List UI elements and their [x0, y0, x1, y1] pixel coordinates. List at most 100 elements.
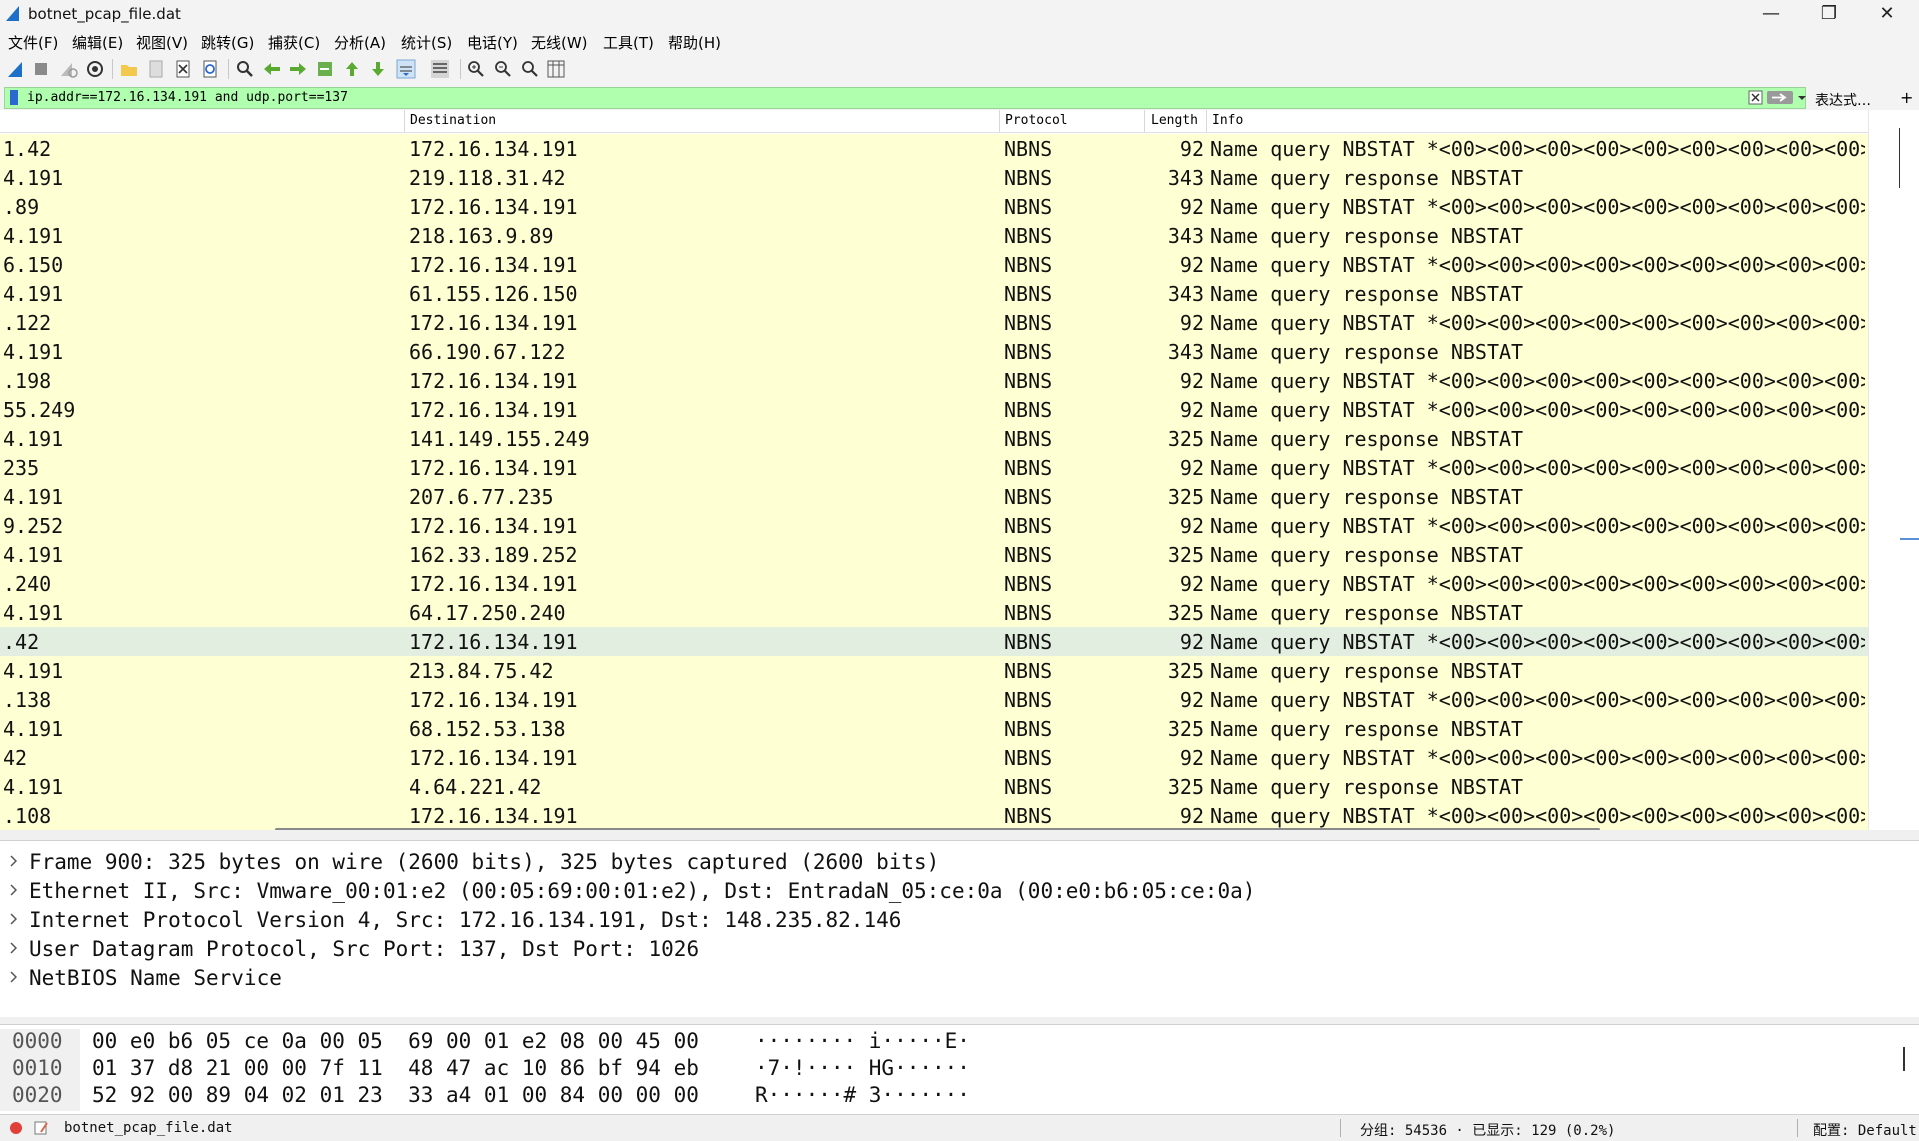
details-text: NetBIOS Name Service — [29, 966, 282, 990]
packet-row[interactable]: 4.191 162.33.189.252 NBNS 325 Name query res… — [0, 540, 1868, 569]
column-protocol[interactable]: Protocol — [1005, 110, 1068, 132]
add-filter-button-icon[interactable]: + — [1900, 88, 1913, 107]
open-file-icon[interactable] — [119, 59, 139, 79]
menu-analyze[interactable]: 分析(A) — [334, 32, 386, 53]
find-icon[interactable] — [235, 59, 255, 79]
filter-bookmark-icon[interactable] — [9, 90, 19, 105]
menu-help[interactable]: 帮助(H) — [668, 32, 721, 53]
capture-comment-icon[interactable] — [33, 1120, 49, 1136]
menu-file[interactable]: 文件(F) — [8, 32, 58, 53]
last-packet-icon[interactable] — [368, 59, 388, 79]
packet-info: Name query response NBSTAT — [1210, 427, 1524, 451]
shark-fin-start-icon[interactable] — [6, 59, 26, 79]
reload-icon[interactable] — [200, 59, 220, 79]
hex-scrollbar-thumb[interactable] — [1903, 1047, 1905, 1071]
display-filter-input[interactable]: ip.addr==172.16.134.191 and udp.port==13… — [4, 87, 1806, 109]
autoscroll-icon[interactable] — [396, 59, 416, 79]
packet-row[interactable]: 4.191 218.163.9.89 NBNS 343 Name query respo… — [0, 221, 1868, 250]
packet-row[interactable]: .122 172.16.134.191 NBNS 92 Name query NBSTA… — [0, 308, 1868, 337]
packet-row[interactable]: 9.252 172.16.134.191 NBNS 92 Name query NBST… — [0, 511, 1868, 540]
details-row-nbns[interactable]: NetBIOS Name Service — [0, 965, 1919, 994]
details-row-frame[interactable]: Frame 900: 325 bytes on wire (2600 bits)… — [0, 849, 1919, 878]
clear-filter-icon[interactable] — [1748, 90, 1763, 105]
packet-row[interactable]: .138 172.16.134.191 NBNS 92 Name query NBSTA… — [0, 685, 1868, 714]
apply-filter-icon[interactable] — [1767, 91, 1793, 104]
stop-icon[interactable] — [31, 59, 51, 79]
packet-row-selected[interactable]: .42 172.16.134.191 NBNS 92 Name query NBSTAT… — [0, 627, 1868, 656]
zoom-out-icon[interactable] — [493, 59, 513, 79]
hex-bytes[interactable]: 52 92 00 89 04 02 01 23 33 a4 01 00 84 0… — [92, 1083, 699, 1110]
packet-row[interactable]: .198 172.16.134.191 NBNS 92 Name query NBSTA… — [0, 366, 1868, 395]
packet-row[interactable]: 6.150 172.16.134.191 NBNS 92 Name query NBST… — [0, 250, 1868, 279]
packet-list-horizontal-scrollbar[interactable] — [275, 828, 1600, 830]
resize-columns-icon[interactable] — [546, 59, 566, 79]
packet-row[interactable]: 4.191 207.6.77.235 NBNS 325 Name query respo… — [0, 482, 1868, 511]
menu-statistics[interactable]: 统计(S) — [401, 32, 452, 53]
packet-row[interactable]: .108 172.16.134.191 NBNS 92 Name query NBSTA… — [0, 801, 1868, 830]
expression-button[interactable]: 表达式… — [1815, 90, 1871, 110]
go-forward-icon[interactable] — [288, 59, 308, 79]
close-file-icon[interactable] — [173, 59, 193, 79]
packet-row[interactable]: .89 172.16.134.191 NBNS 92 Name query NBSTAT… — [0, 192, 1868, 221]
hex-ascii[interactable]: ········ i·····E· — [755, 1029, 970, 1056]
packet-row[interactable]: 235 172.16.134.191 NBNS 92 Name query NBSTAT… — [0, 453, 1868, 482]
packet-row[interactable]: 4.191 141.149.155.249 NBNS 325 Name query re… — [0, 424, 1868, 453]
hex-ascii[interactable]: ·7·!···· HG······ — [755, 1056, 970, 1083]
column-length[interactable]: Length — [1151, 110, 1198, 132]
packet-row[interactable]: 4.191 4.64.221.42 NBNS 325 Name query respon… — [0, 772, 1868, 801]
save-file-icon[interactable] — [146, 59, 166, 79]
menu-go[interactable]: 跳转(G) — [201, 32, 254, 53]
expert-info-icon[interactable] — [9, 1121, 23, 1135]
zoom-in-icon[interactable] — [466, 59, 486, 79]
menu-wireless[interactable]: 无线(W) — [531, 32, 588, 53]
packet-row[interactable]: 4.191 219.118.31.42 NBNS 343 Name query resp… — [0, 163, 1868, 192]
packet-protocol: NBNS — [1004, 137, 1053, 161]
packet-row[interactable]: .240 172.16.134.191 NBNS 92 Name query NBSTA… — [0, 569, 1868, 598]
chevron-right-icon[interactable] — [9, 884, 17, 896]
details-row-udp[interactable]: User Datagram Protocol, Src Port: 137, D… — [0, 936, 1919, 965]
details-text: Ethernet II, Src: Vmware_00:01:e2 (00:05… — [29, 879, 1256, 903]
packet-row[interactable]: 4.191 64.17.250.240 NBNS 325 Name query resp… — [0, 598, 1868, 627]
packet-row[interactable]: 42 172.16.134.191 NBNS 92 Name query NBSTAT … — [0, 743, 1868, 772]
status-profile[interactable]: 配置: Default — [1813, 1120, 1917, 1140]
packet-minimap[interactable] — [1900, 110, 1919, 830]
column-destination[interactable]: Destination — [410, 110, 496, 132]
details-row-ethernet[interactable]: Ethernet II, Src: Vmware_00:01:e2 (00:05… — [0, 878, 1919, 907]
menu-view[interactable]: 视图(V) — [136, 32, 188, 53]
hex-bytes[interactable]: 01 37 d8 21 00 00 7f 11 48 47 ac 10 86 b… — [92, 1056, 699, 1083]
chevron-right-icon[interactable] — [9, 942, 17, 954]
packet-row[interactable]: 4.191 61.155.126.150 NBNS 343 Name query res… — [0, 279, 1868, 308]
chevron-right-icon[interactable] — [9, 855, 17, 867]
column-info[interactable]: Info — [1212, 110, 1243, 132]
chevron-right-icon[interactable] — [9, 971, 17, 983]
chevron-right-icon[interactable] — [9, 913, 17, 925]
colorize-icon[interactable] — [430, 59, 450, 79]
first-packet-icon[interactable] — [342, 59, 362, 79]
packet-protocol: NBNS — [1004, 572, 1053, 596]
filter-text[interactable]: ip.addr==172.16.134.191 and udp.port==13… — [27, 90, 348, 105]
details-row-ipv4[interactable]: Internet Protocol Version 4, Src: 172.16… — [0, 907, 1919, 936]
packet-row[interactable]: 1.42 172.16.134.191 NBNS 92 Name query NBSTA… — [0, 134, 1868, 163]
menu-telephony[interactable]: 电话(Y) — [467, 32, 518, 53]
hex-ascii[interactable]: R······# 3······· — [755, 1083, 970, 1110]
packet-row[interactable]: 4.191 68.152.53.138 NBNS 325 Name query resp… — [0, 714, 1868, 743]
restart-icon[interactable] — [58, 59, 78, 79]
go-to-packet-icon[interactable] — [315, 59, 335, 79]
packet-row[interactable]: 55.249 172.16.134.191 NBNS 92 Name query NBS… — [0, 395, 1868, 424]
menu-edit[interactable]: 编辑(E) — [72, 32, 123, 53]
zoom-normal-icon[interactable] — [520, 59, 540, 79]
go-back-icon[interactable] — [262, 59, 282, 79]
close-window-button[interactable]: ✕ — [1858, 0, 1916, 28]
hex-bytes[interactable]: 00 e0 b6 05 ce 0a 00 05 69 00 01 e2 08 0… — [92, 1029, 699, 1056]
packet-row[interactable]: 4.191 66.190.67.122 NBNS 343 Name query resp… — [0, 337, 1868, 366]
filter-history-dropdown-icon[interactable] — [1797, 94, 1807, 102]
menu-capture[interactable]: 捕获(C) — [268, 32, 320, 53]
packet-source: 4.191 — [3, 427, 64, 451]
restore-button[interactable]: ❐ — [1800, 0, 1858, 28]
minimize-button[interactable]: — — [1742, 0, 1800, 28]
capture-options-icon[interactable] — [85, 59, 105, 79]
packet-row[interactable]: 4.191 213.84.75.42 NBNS 325 Name query respo… — [0, 656, 1868, 685]
packet-list-vertical-scrollbar[interactable] — [1868, 110, 1901, 830]
menu-tools[interactable]: 工具(T) — [603, 32, 654, 53]
packet-length: 325 — [1167, 543, 1204, 567]
